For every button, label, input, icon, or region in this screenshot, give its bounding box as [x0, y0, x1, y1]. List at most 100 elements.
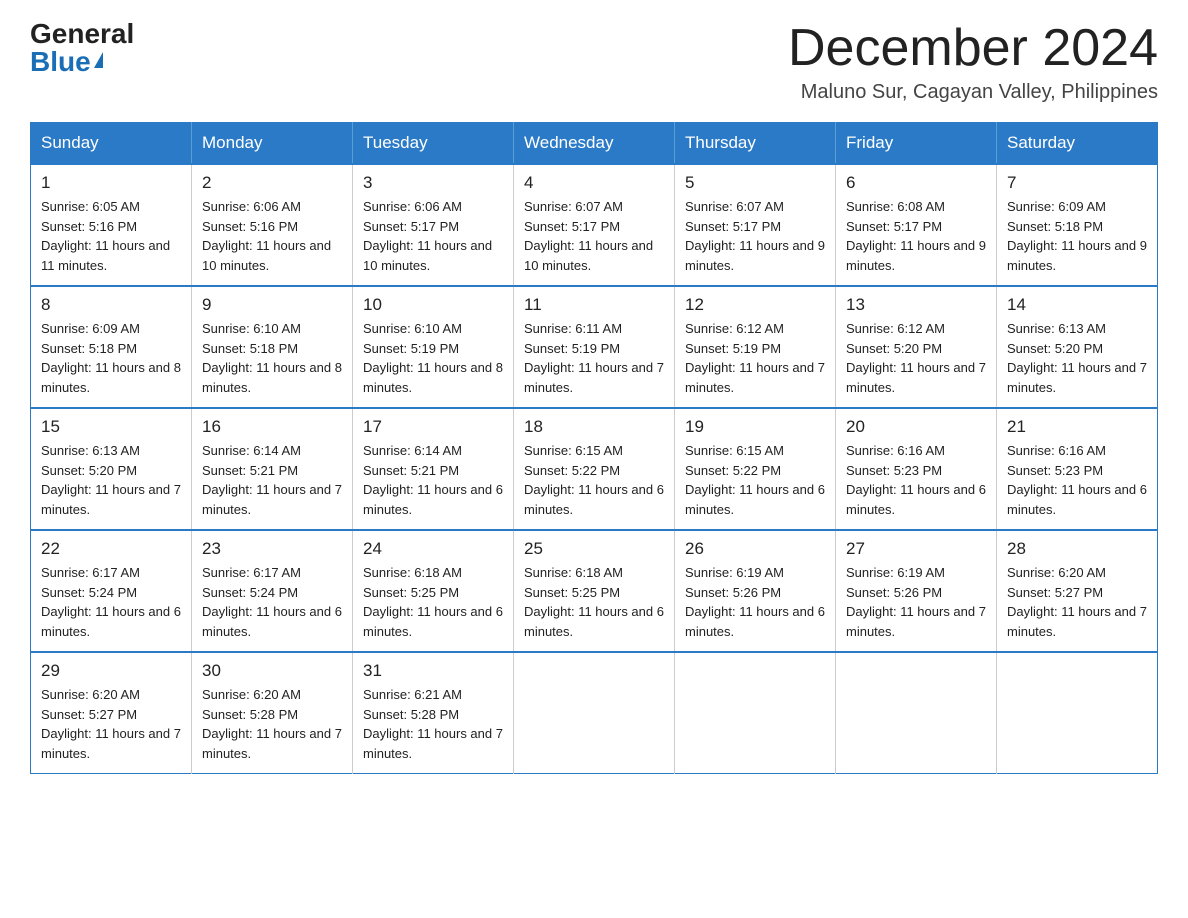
day-info: Sunrise: 6:15 AMSunset: 5:22 PMDaylight:… — [524, 441, 664, 519]
calendar-header-tuesday: Tuesday — [353, 123, 514, 165]
day-info: Sunrise: 6:11 AMSunset: 5:19 PMDaylight:… — [524, 319, 664, 397]
day-info: Sunrise: 6:19 AMSunset: 5:26 PMDaylight:… — [846, 563, 986, 641]
day-info: Sunrise: 6:10 AMSunset: 5:19 PMDaylight:… — [363, 319, 503, 397]
day-info: Sunrise: 6:15 AMSunset: 5:22 PMDaylight:… — [685, 441, 825, 519]
header-right: December 2024 Maluno Sur, Cagayan Valley… — [788, 20, 1158, 104]
day-number: 27 — [846, 539, 986, 559]
calendar-cell: 6 Sunrise: 6:08 AMSunset: 5:17 PMDaylight… — [836, 164, 997, 286]
calendar-header-sunday: Sunday — [31, 123, 192, 165]
day-number: 15 — [41, 417, 181, 437]
calendar-header-saturday: Saturday — [997, 123, 1158, 165]
day-info: Sunrise: 6:06 AMSunset: 5:16 PMDaylight:… — [202, 197, 342, 275]
day-number: 25 — [524, 539, 664, 559]
day-number: 4 — [524, 173, 664, 193]
day-number: 30 — [202, 661, 342, 681]
logo-blue-text: Blue — [30, 48, 91, 76]
day-number: 22 — [41, 539, 181, 559]
calendar-cell: 4 Sunrise: 6:07 AMSunset: 5:17 PMDaylight… — [514, 164, 675, 286]
calendar-header-monday: Monday — [192, 123, 353, 165]
day-number: 9 — [202, 295, 342, 315]
calendar-cell: 5 Sunrise: 6:07 AMSunset: 5:17 PMDaylight… — [675, 164, 836, 286]
day-number: 11 — [524, 295, 664, 315]
calendar-cell — [836, 652, 997, 774]
day-number: 24 — [363, 539, 503, 559]
day-info: Sunrise: 6:14 AMSunset: 5:21 PMDaylight:… — [202, 441, 342, 519]
calendar-cell — [514, 652, 675, 774]
day-info: Sunrise: 6:12 AMSunset: 5:20 PMDaylight:… — [846, 319, 986, 397]
day-number: 3 — [363, 173, 503, 193]
day-info: Sunrise: 6:20 AMSunset: 5:27 PMDaylight:… — [41, 685, 181, 763]
calendar-cell: 18 Sunrise: 6:15 AMSunset: 5:22 PMDayligh… — [514, 408, 675, 530]
calendar-cell: 21Sunrise: 6:16 AMSunset: 5:23 PMDayligh… — [997, 408, 1158, 530]
calendar-cell: 7 Sunrise: 6:09 AMSunset: 5:18 PMDaylight… — [997, 164, 1158, 286]
day-info: Sunrise: 6:07 AMSunset: 5:17 PMDaylight:… — [524, 197, 664, 275]
day-number: 8 — [41, 295, 181, 315]
calendar-week-row: 1 Sunrise: 6:05 AMSunset: 5:16 PMDaylight… — [31, 164, 1158, 286]
day-info: Sunrise: 6:05 AMSunset: 5:16 PMDaylight:… — [41, 197, 181, 275]
calendar-cell: 2 Sunrise: 6:06 AMSunset: 5:16 PMDaylight… — [192, 164, 353, 286]
calendar-cell: 30Sunrise: 6:20 AMSunset: 5:28 PMDayligh… — [192, 652, 353, 774]
day-number: 12 — [685, 295, 825, 315]
day-info: Sunrise: 6:18 AMSunset: 5:25 PMDaylight:… — [363, 563, 503, 641]
day-number: 17 — [363, 417, 503, 437]
calendar-header-friday: Friday — [836, 123, 997, 165]
day-number: 6 — [846, 173, 986, 193]
day-number: 26 — [685, 539, 825, 559]
day-number: 19 — [685, 417, 825, 437]
calendar-week-row: 15 Sunrise: 6:13 AMSunset: 5:20 PMDayligh… — [31, 408, 1158, 530]
calendar-cell: 25 Sunrise: 6:18 AMSunset: 5:25 PMDayligh… — [514, 530, 675, 652]
day-info: Sunrise: 6:16 AMSunset: 5:23 PMDaylight:… — [1007, 441, 1147, 519]
calendar-cell — [997, 652, 1158, 774]
calendar-cell — [675, 652, 836, 774]
calendar-cell: 17 Sunrise: 6:14 AMSunset: 5:21 PMDayligh… — [353, 408, 514, 530]
day-number: 16 — [202, 417, 342, 437]
calendar-cell: 9 Sunrise: 6:10 AMSunset: 5:18 PMDaylight… — [192, 286, 353, 408]
day-info: Sunrise: 6:13 AMSunset: 5:20 PMDaylight:… — [41, 441, 181, 519]
calendar-cell: 31 Sunrise: 6:21 AMSunset: 5:28 PMDayligh… — [353, 652, 514, 774]
calendar-header-wednesday: Wednesday — [514, 123, 675, 165]
calendar-cell: 22 Sunrise: 6:17 AMSunset: 5:24 PMDayligh… — [31, 530, 192, 652]
day-number: 18 — [524, 417, 664, 437]
calendar-cell: 28 Sunrise: 6:20 AMSunset: 5:27 PMDayligh… — [997, 530, 1158, 652]
day-number: 31 — [363, 661, 503, 681]
day-info: Sunrise: 6:17 AMSunset: 5:24 PMDaylight:… — [202, 563, 342, 641]
day-info: Sunrise: 6:13 AMSunset: 5:20 PMDaylight:… — [1007, 319, 1147, 397]
calendar-cell: 20Sunrise: 6:16 AMSunset: 5:23 PMDayligh… — [836, 408, 997, 530]
calendar-cell: 16 Sunrise: 6:14 AMSunset: 5:21 PMDayligh… — [192, 408, 353, 530]
day-number: 7 — [1007, 173, 1147, 193]
calendar-table: SundayMondayTuesdayWednesdayThursdayFrid… — [30, 122, 1158, 774]
day-info: Sunrise: 6:21 AMSunset: 5:28 PMDaylight:… — [363, 685, 503, 763]
calendar-cell: 1 Sunrise: 6:05 AMSunset: 5:16 PMDaylight… — [31, 164, 192, 286]
day-info: Sunrise: 6:09 AMSunset: 5:18 PMDaylight:… — [1007, 197, 1147, 275]
calendar-cell: 15 Sunrise: 6:13 AMSunset: 5:20 PMDayligh… — [31, 408, 192, 530]
day-number: 28 — [1007, 539, 1147, 559]
day-number: 13 — [846, 295, 986, 315]
day-info: Sunrise: 6:18 AMSunset: 5:25 PMDaylight:… — [524, 563, 664, 641]
day-info: Sunrise: 6:12 AMSunset: 5:19 PMDaylight:… — [685, 319, 825, 397]
day-info: Sunrise: 6:10 AMSunset: 5:18 PMDaylight:… — [202, 319, 342, 397]
logo-triangle-icon — [94, 52, 103, 68]
day-info: Sunrise: 6:20 AMSunset: 5:27 PMDaylight:… — [1007, 563, 1147, 641]
day-number: 29 — [41, 661, 181, 681]
day-number: 2 — [202, 173, 342, 193]
day-info: Sunrise: 6:19 AMSunset: 5:26 PMDaylight:… — [685, 563, 825, 641]
month-title: December 2024 — [788, 20, 1158, 77]
calendar-cell: 12 Sunrise: 6:12 AMSunset: 5:19 PMDayligh… — [675, 286, 836, 408]
day-number: 23 — [202, 539, 342, 559]
calendar-cell: 14Sunrise: 6:13 AMSunset: 5:20 PMDayligh… — [997, 286, 1158, 408]
calendar-cell: 11 Sunrise: 6:11 AMSunset: 5:19 PMDayligh… — [514, 286, 675, 408]
day-number: 1 — [41, 173, 181, 193]
calendar-week-row: 29 Sunrise: 6:20 AMSunset: 5:27 PMDayligh… — [31, 652, 1158, 774]
day-number: 10 — [363, 295, 503, 315]
calendar-cell: 26 Sunrise: 6:19 AMSunset: 5:26 PMDayligh… — [675, 530, 836, 652]
calendar-cell: 27 Sunrise: 6:19 AMSunset: 5:26 PMDayligh… — [836, 530, 997, 652]
day-number: 5 — [685, 173, 825, 193]
day-info: Sunrise: 6:07 AMSunset: 5:17 PMDaylight:… — [685, 197, 825, 275]
day-info: Sunrise: 6:14 AMSunset: 5:21 PMDaylight:… — [363, 441, 503, 519]
calendar-cell: 13 Sunrise: 6:12 AMSunset: 5:20 PMDayligh… — [836, 286, 997, 408]
day-info: Sunrise: 6:08 AMSunset: 5:17 PMDaylight:… — [846, 197, 986, 275]
calendar-cell: 24 Sunrise: 6:18 AMSunset: 5:25 PMDayligh… — [353, 530, 514, 652]
calendar-header-row: SundayMondayTuesdayWednesdayThursdayFrid… — [31, 123, 1158, 165]
day-info: Sunrise: 6:17 AMSunset: 5:24 PMDaylight:… — [41, 563, 181, 641]
logo: General Blue — [30, 20, 134, 76]
